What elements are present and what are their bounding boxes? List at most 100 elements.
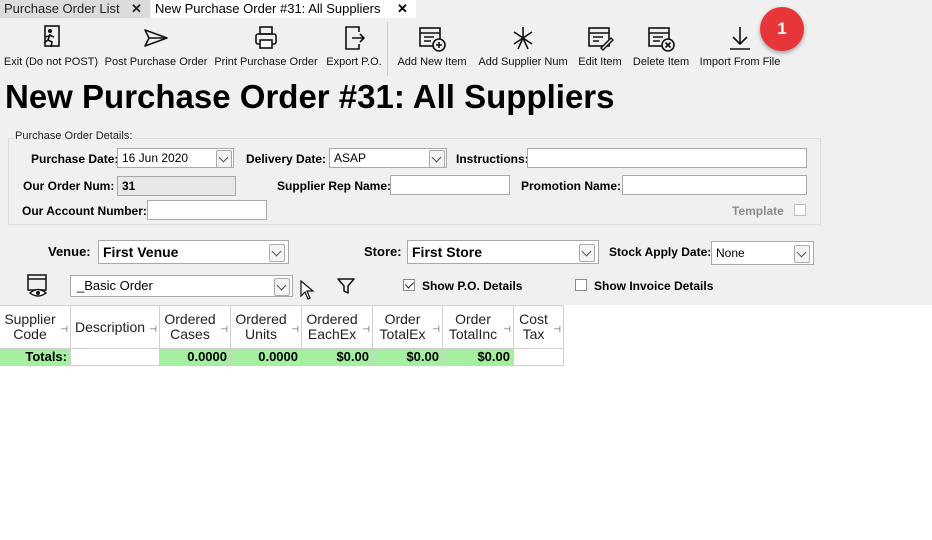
- edit-item-button[interactable]: Edit Item: [574, 24, 626, 76]
- check-icon: [404, 279, 415, 289]
- header-line1: Order: [384, 311, 421, 327]
- toolbar-separator: [387, 22, 388, 76]
- delivery-date-field[interactable]: ASAP: [329, 148, 447, 168]
- purchase-date-label: Purchase Date:: [31, 152, 119, 166]
- export-po-button[interactable]: Export P.O.: [324, 24, 384, 76]
- venue-label: Venue:: [48, 244, 91, 259]
- header-line1: Ordered: [164, 311, 216, 327]
- tab-label: New Purchase Order #31: All Suppliers: [155, 1, 381, 16]
- chevron-down-icon[interactable]: [579, 244, 595, 262]
- header-line1: Ordered: [235, 311, 287, 327]
- header-line2: Units: [245, 326, 277, 342]
- exit-button[interactable]: Exit (Do not POST): [2, 24, 100, 76]
- promotion-label: Promotion Name:: [521, 179, 622, 193]
- pin-icon[interactable]: ⊣: [432, 322, 440, 337]
- store-label: Store:: [364, 244, 402, 259]
- order-num-field: 31: [117, 176, 236, 196]
- totals-cost-tax: [514, 349, 564, 366]
- chevron-down-icon[interactable]: [216, 150, 232, 167]
- header-line1: Cost: [519, 311, 548, 327]
- show-po-details-label: Show P.O. Details: [422, 279, 523, 293]
- show-po-details-checkbox[interactable]: [403, 279, 415, 291]
- totals-order-totalinc: $0.00: [443, 349, 514, 366]
- show-invoice-details-label: Show Invoice Details: [594, 279, 714, 293]
- asterisk-icon: [513, 27, 533, 50]
- edit-item-icon: [588, 27, 614, 52]
- store-select[interactable]: First Store: [407, 240, 599, 264]
- chevron-down-icon[interactable]: [429, 150, 445, 167]
- template-checkbox[interactable]: [794, 204, 806, 216]
- printer-icon: [255, 26, 277, 49]
- post-purchase-order-button[interactable]: Post Purchase Order: [103, 24, 209, 76]
- close-icon[interactable]: ✕: [397, 0, 408, 17]
- header-line1: Description: [74, 319, 146, 335]
- pin-icon[interactable]: ⊣: [362, 322, 370, 337]
- pin-icon[interactable]: ⊣: [220, 322, 228, 337]
- exit-running-man-icon: [43, 25, 60, 48]
- column-header-ordered-eachex[interactable]: Ordered EachEx ⊣: [302, 305, 373, 349]
- close-icon[interactable]: ✕: [131, 0, 142, 17]
- purchase-date-value: 16 Jun 2020: [122, 151, 189, 165]
- venue-select[interactable]: First Venue: [98, 240, 289, 264]
- store-value: First Store: [412, 244, 483, 260]
- header-line1: Supplier: [4, 311, 56, 327]
- column-header-ordered-cases[interactable]: Ordered Cases ⊣: [160, 305, 231, 349]
- show-invoice-details-checkbox[interactable]: [575, 279, 587, 291]
- column-header-order-totalinc[interactable]: Order TotalInc ⊣: [443, 305, 514, 349]
- column-header-supplier-code[interactable]: Supplier Code ⊣: [0, 305, 71, 349]
- tab-purchase-order-list[interactable]: Purchase Order List ✕: [0, 0, 150, 18]
- pin-icon[interactable]: ⊣: [553, 322, 561, 337]
- delivery-date-label: Delivery Date:: [246, 152, 327, 166]
- layout-value: _Basic Order: [77, 278, 153, 293]
- supplier-rep-input[interactable]: [390, 175, 510, 195]
- column-header-description[interactable]: Description ⊣: [71, 305, 160, 349]
- edit-item-label: Edit Item: [578, 56, 622, 68]
- add-new-item-button[interactable]: Add New Item: [393, 24, 471, 76]
- venue-value: First Venue: [103, 244, 179, 260]
- instructions-input[interactable]: [527, 148, 807, 168]
- column-header-cost-tax[interactable]: Cost Tax ⊣: [514, 305, 564, 349]
- template-label: Template: [732, 204, 784, 218]
- totals-description: [71, 349, 160, 366]
- promotion-input[interactable]: [622, 175, 807, 195]
- instructions-label: Instructions:: [456, 152, 529, 166]
- purchase-date-field[interactable]: 16 Jun 2020: [117, 148, 234, 168]
- pin-icon[interactable]: ⊣: [291, 322, 299, 337]
- add-supplier-num-label: Add Supplier Num: [478, 56, 568, 68]
- delete-item-icon: [648, 27, 675, 52]
- supplier-rep-label: Supplier Rep Name:: [277, 179, 392, 193]
- header-line2: TotalEx: [379, 326, 426, 342]
- print-label: Print Purchase Order: [214, 56, 318, 68]
- stock-apply-select[interactable]: None: [711, 241, 814, 265]
- print-purchase-order-button[interactable]: Print Purchase Order: [212, 24, 320, 76]
- column-header-ordered-units[interactable]: Ordered Units ⊣: [231, 305, 302, 349]
- post-label: Post Purchase Order: [104, 56, 208, 68]
- add-supplier-num-button[interactable]: Add Supplier Num: [475, 24, 571, 76]
- exit-label: Exit (Do not POST): [3, 56, 99, 68]
- account-num-input[interactable]: [147, 200, 267, 220]
- view-layout-icon[interactable]: [26, 273, 50, 299]
- header-line1: Ordered: [306, 311, 358, 327]
- account-num-label: Our Account Number:: [22, 204, 147, 218]
- pin-icon[interactable]: ⊣: [503, 322, 511, 337]
- mouse-cursor-icon: [300, 280, 315, 300]
- chevron-down-icon[interactable]: [794, 245, 810, 263]
- header-line2: TotalInc: [448, 326, 498, 342]
- delete-item-button[interactable]: Delete Item: [629, 24, 693, 76]
- order-num-label: Our Order Num:: [23, 179, 115, 193]
- totals-order-totalex: $0.00: [373, 349, 443, 366]
- column-header-order-totalex[interactable]: Order TotalEx ⊣: [373, 305, 443, 349]
- stock-apply-label: Stock Apply Date:: [609, 245, 712, 259]
- layout-select[interactable]: _Basic Order: [70, 275, 293, 297]
- delete-item-label: Delete Item: [632, 56, 690, 68]
- tab-new-purchase-order[interactable]: New Purchase Order #31: All Suppliers ✕: [151, 0, 416, 18]
- filter-icon[interactable]: [336, 276, 356, 296]
- chevron-down-icon[interactable]: [269, 244, 285, 262]
- pin-icon[interactable]: ⊣: [60, 322, 68, 337]
- chevron-down-icon[interactable]: [274, 278, 290, 296]
- totals-ordered-eachex: $0.00: [302, 349, 373, 366]
- download-arrow-icon: [730, 27, 750, 50]
- pin-icon[interactable]: ⊣: [149, 322, 157, 337]
- export-icon: [345, 26, 366, 50]
- send-arrow-icon: [144, 29, 168, 47]
